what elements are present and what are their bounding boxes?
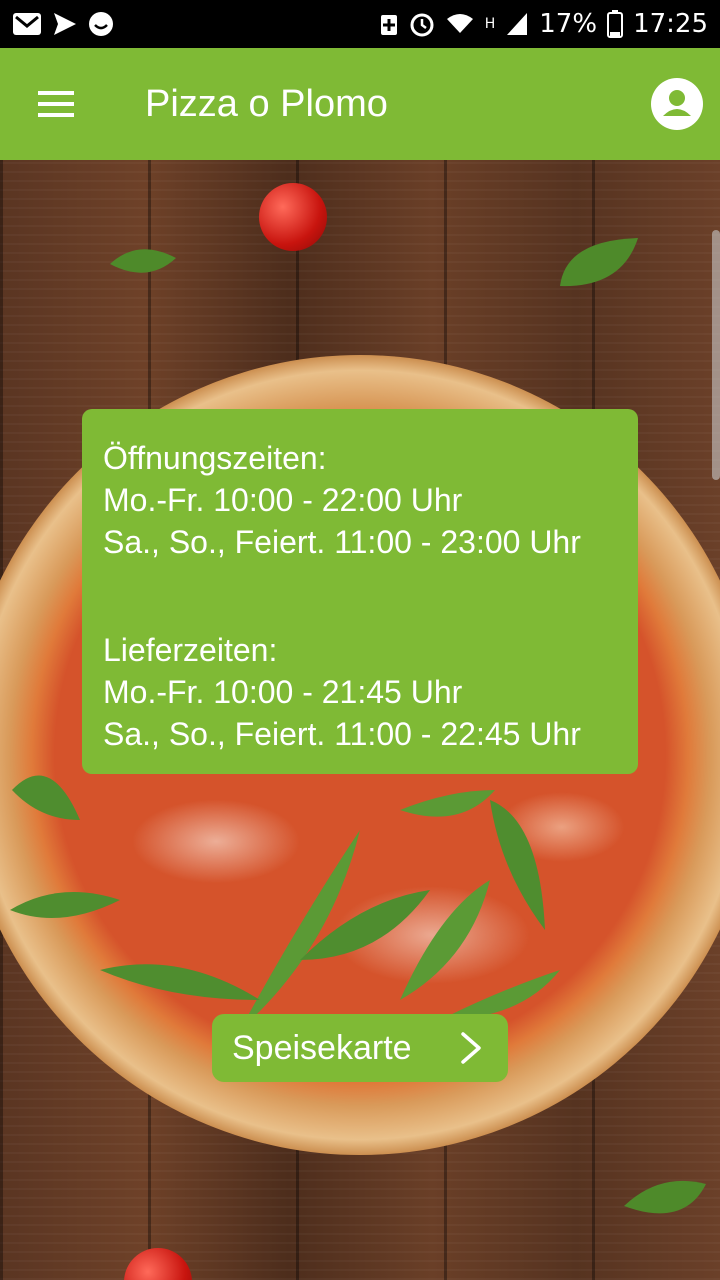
opening-hours-weekend: Sa., So., Feiert. 11:00 - 23:00 Uhr (103, 524, 581, 560)
basil-leaf (110, 249, 176, 273)
delivery-hours-title: Lieferzeiten: (103, 632, 278, 668)
wifi-icon (446, 14, 473, 33)
scroll-indicator[interactable] (712, 230, 720, 480)
battery-saver-icon (380, 15, 397, 35)
clock: 17:25 (633, 9, 708, 39)
menu-button[interactable] (30, 84, 82, 124)
alarm-icon (410, 13, 434, 37)
tomato (259, 183, 327, 251)
battery-percent: 17% (539, 9, 598, 39)
basil-leaf (624, 1180, 706, 1214)
send-icon (54, 13, 76, 35)
battery-icon (607, 10, 624, 38)
signal-icon (507, 13, 528, 35)
hamburger-icon (38, 91, 74, 117)
smiley-icon (89, 12, 113, 36)
account-button[interactable] (651, 78, 703, 130)
app-title: Pizza o Plomo (145, 83, 388, 125)
status-bar-left (12, 11, 114, 37)
menu-card-button[interactable]: Speisekarte (212, 1014, 508, 1082)
opening-hours-title: Öffnungszeiten: (103, 440, 327, 476)
account-icon (651, 78, 703, 130)
basil-leaf (560, 238, 638, 287)
menu-card-button-label: Speisekarte (232, 1028, 412, 1067)
app-bar: Pizza o Plomo (0, 48, 720, 160)
opening-hours-weekdays: Mo.-Fr. 10:00 - 22:00 Uhr (103, 482, 463, 518)
network-type: H (484, 16, 496, 32)
hours-card: Öffnungszeiten: Mo.-Fr. 10:00 - 22:00 Uh… (82, 409, 638, 774)
status-bar: H 17% 17:25 (0, 0, 720, 48)
gmail-icon (13, 13, 41, 35)
status-bar-right: H 17% 17:25 (379, 9, 708, 39)
delivery-hours-weekdays: Mo.-Fr. 10:00 - 21:45 Uhr (103, 674, 463, 710)
delivery-hours-weekend: Sa., So., Feiert. 11:00 - 22:45 Uhr (103, 716, 581, 752)
chevron-right-icon (461, 1032, 481, 1064)
